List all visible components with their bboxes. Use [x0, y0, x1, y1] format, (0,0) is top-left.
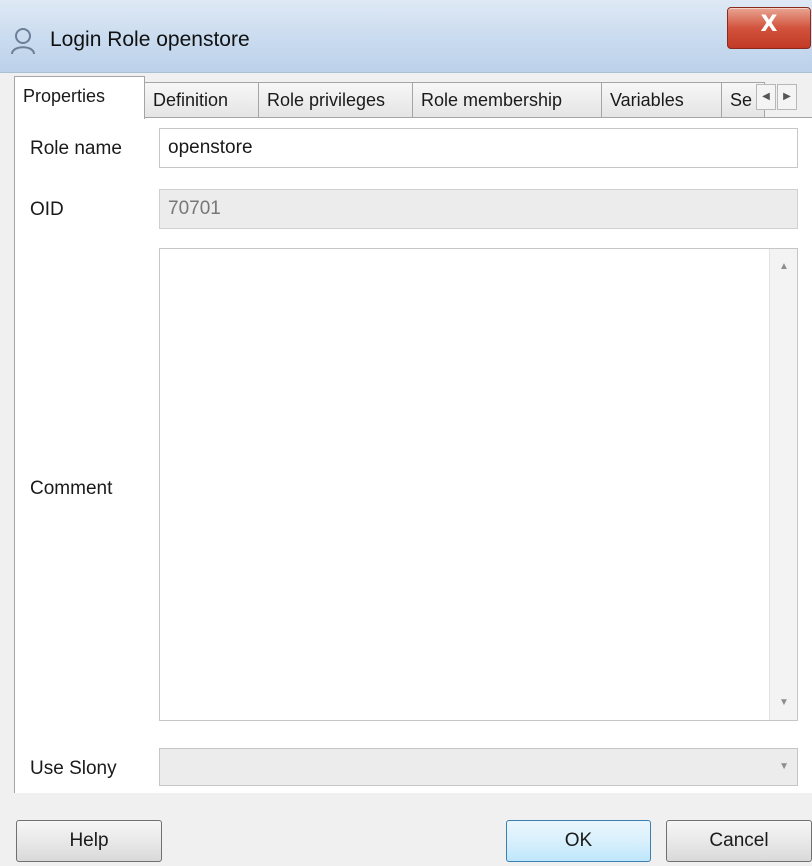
- ok-button[interactable]: OK: [506, 820, 651, 862]
- close-button[interactable]: X: [727, 7, 811, 49]
- tab-scroll-right-icon[interactable]: ▶: [777, 84, 797, 110]
- tab-definition[interactable]: Definition: [144, 82, 259, 118]
- tab-scroll-left-icon[interactable]: ◀: [756, 84, 776, 110]
- close-icon: X: [760, 12, 778, 37]
- oid-field: 70701: [159, 189, 798, 229]
- tab-role-membership[interactable]: Role membership: [412, 82, 602, 118]
- comment-scrollbar[interactable]: ▲ ▼: [769, 249, 797, 720]
- comment-textarea[interactable]: ▲ ▼: [159, 248, 798, 721]
- comment-label: Comment: [30, 478, 113, 499]
- use-slony-select[interactable]: ▼: [159, 748, 798, 786]
- use-slony-label: Use Slony: [30, 758, 117, 779]
- tab-role-privileges[interactable]: Role privileges: [258, 82, 413, 118]
- help-button[interactable]: Help: [16, 820, 162, 862]
- role-name-label: Role name: [30, 138, 122, 159]
- dropdown-arrow-icon: ▼: [779, 761, 789, 772]
- cancel-button[interactable]: Cancel: [666, 820, 812, 862]
- tab-variables[interactable]: Variables: [601, 82, 722, 118]
- tab-strip: Properties Definition Role privileges Ro…: [14, 76, 812, 119]
- title-bar: Login Role openstore X: [0, 0, 812, 73]
- oid-label: OID: [30, 199, 64, 220]
- scroll-down-icon[interactable]: ▼: [770, 697, 798, 708]
- tab-properties[interactable]: Properties: [14, 76, 145, 119]
- window-title: Login Role openstore: [50, 28, 250, 51]
- role-name-input[interactable]: openstore: [159, 128, 798, 168]
- scroll-up-icon[interactable]: ▲: [770, 261, 798, 272]
- user-icon: [11, 28, 35, 55]
